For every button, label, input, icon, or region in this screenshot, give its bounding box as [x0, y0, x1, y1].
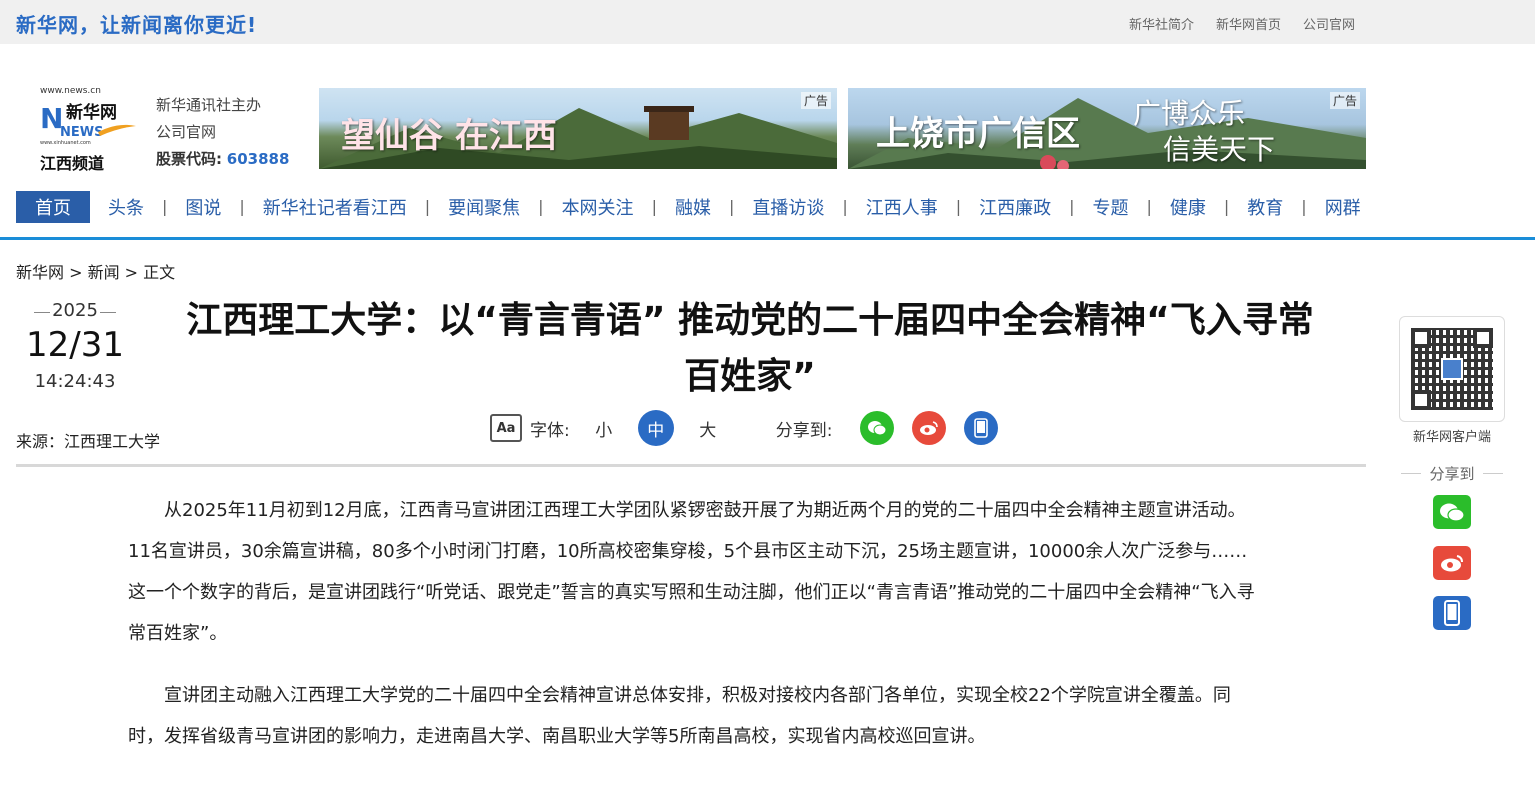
nav-item-education[interactable]: 教育 — [1229, 194, 1301, 220]
article-source: 来源：江西理工大学 — [16, 432, 161, 451]
side-share-wechat-button[interactable] — [1433, 495, 1471, 529]
phone-icon — [974, 418, 989, 438]
channel-logo[interactable]: www.news.cn N 新华网 NEWS www.xinhuanet.com… — [38, 86, 138, 173]
weibo-icon — [920, 421, 939, 435]
weibo-icon — [1441, 555, 1463, 572]
nav-divider — [0, 237, 1535, 240]
publish-time: 14:24:43 — [34, 371, 116, 392]
side-share-label: 分享到 — [1399, 463, 1505, 484]
top-links: 新华社简介 新华网首页 公司官网 — [1129, 14, 1355, 33]
nav-item-site-focus[interactable]: 本网关注 — [544, 194, 652, 220]
sponsor-info: 新华通讯社主办 公司官网 股票代码: 603888 — [156, 92, 289, 173]
link-xinhua-intro[interactable]: 新华社简介 — [1129, 14, 1194, 33]
company-site-link[interactable]: 公司官网 — [156, 119, 289, 146]
ad-text: 上饶市广信区 — [876, 114, 1080, 154]
breadcrumb[interactable]: 新华网 > 新闻 > 正文 — [16, 259, 175, 283]
site-slogan: 新华网，让新闻离你更近! — [16, 13, 258, 37]
top-bar: 新华网，让新闻离你更近! 新华社简介 新华网首页 公司官网 — [0, 0, 1535, 44]
nav-item-network[interactable]: 网群 — [1307, 194, 1379, 220]
share-label: 分享到: — [775, 420, 833, 441]
publish-month-day: 12/31 — [26, 325, 124, 365]
font-size-icon: Aa — [490, 414, 522, 442]
nav-item-home[interactable]: 首页 — [16, 190, 90, 223]
side-share-mobile-button[interactable] — [1433, 596, 1471, 630]
link-xinhua-home[interactable]: 新华网首页 — [1216, 14, 1281, 33]
share-mobile-button[interactable] — [964, 411, 999, 445]
ad-banner-wangxiangu[interactable]: 望仙谷 在江西 广告 — [319, 88, 837, 169]
sponsor-line: 新华通讯社主办 — [156, 96, 262, 114]
logo-url: www.news.cn — [40, 86, 101, 96]
wechat-icon — [1440, 503, 1465, 522]
share-weibo-button[interactable] — [912, 411, 947, 445]
svg-text:www.xinhuanet.com: www.xinhuanet.com — [40, 140, 91, 146]
article-title: 江西理工大学：以“青言青语” 推动党的二十届四中全会精神“飞入寻常百姓家” — [186, 300, 1314, 397]
publish-date: 2025 12/31 14:24:43 — [16, 300, 134, 392]
font-size-large-button[interactable]: 大 — [690, 410, 726, 446]
nav-item-reporters[interactable]: 新华社记者看江西 — [245, 194, 425, 220]
channel-name: 江西频道 — [40, 154, 105, 173]
ad-tag: 广告 — [800, 92, 831, 109]
xinhua-logo-icon: N 新华网 NEWS www.xinhuanet.com — [40, 102, 136, 146]
svg-text:新华网: 新华网 — [66, 102, 117, 123]
qr-label: 新华网客户端 — [1412, 430, 1491, 445]
font-size-medium-button[interactable]: 中 — [637, 410, 674, 446]
article-tools: Aa 字体: 小 中 大 分享到: — [490, 410, 999, 446]
wechat-icon — [868, 421, 887, 436]
nav-item-headlines[interactable]: 头条 — [90, 194, 162, 220]
nav-item-personnel[interactable]: 江西人事 — [848, 194, 956, 220]
main-nav: 首页 头条 | 图说 | 新华社记者看江西 | 要闻聚焦 | 本网关注 | 融媒… — [16, 190, 1379, 223]
stock-code[interactable]: 603888 — [227, 150, 290, 168]
ad-slogan: 广博众乐 信美天下 — [1133, 97, 1276, 166]
article-paragraph: 宣讲团主动融入江西理工大学党的二十届四中全会精神宣讲总体安排，积极对接校内各部门… — [128, 685, 1231, 747]
nav-item-media[interactable]: 融媒 — [657, 194, 729, 220]
side-share-weibo-button[interactable] — [1433, 546, 1471, 580]
font-size-small-button[interactable]: 小 — [586, 410, 622, 446]
nav-item-integrity[interactable]: 江西廉政 — [961, 194, 1069, 220]
svg-text:NEWS: NEWS — [60, 125, 103, 140]
nav-item-photos[interactable]: 图说 — [167, 194, 239, 220]
ad-text: 望仙谷 在江西 — [341, 116, 557, 156]
nav-item-topics[interactable]: 专题 — [1075, 194, 1147, 220]
ad-tag: 广告 — [1329, 92, 1360, 109]
stock-info: 股票代码: 603888 — [156, 146, 289, 173]
nav-item-live[interactable]: 直播访谈 — [734, 194, 842, 220]
font-size-label: 字体: — [530, 420, 570, 441]
share-wechat-button[interactable] — [860, 411, 895, 445]
qr-code-icon — [1411, 328, 1493, 410]
article-paragraph: 从2025年11月初到12月底，江西青马宣讲团江西理工大学团队紧锣密鼓开展了为期… — [128, 500, 1255, 644]
stock-label: 股票代码: — [156, 150, 222, 168]
nav-item-news-focus[interactable]: 要闻聚焦 — [430, 194, 538, 220]
title-divider — [16, 464, 1366, 467]
article-body: 从2025年11月初到12月底，江西青马宣讲团江西理工大学团队紧锣密鼓开展了为期… — [128, 490, 1258, 778]
publish-year: 2025 — [16, 300, 134, 321]
phone-icon — [1444, 600, 1460, 626]
link-company-site[interactable]: 公司官网 — [1303, 14, 1355, 33]
app-qr-code[interactable] — [1399, 316, 1505, 422]
nav-item-health[interactable]: 健康 — [1152, 194, 1224, 220]
ad-banner-guangxin[interactable]: 上饶市广信区 广博众乐 信美天下 广告 — [848, 88, 1366, 169]
